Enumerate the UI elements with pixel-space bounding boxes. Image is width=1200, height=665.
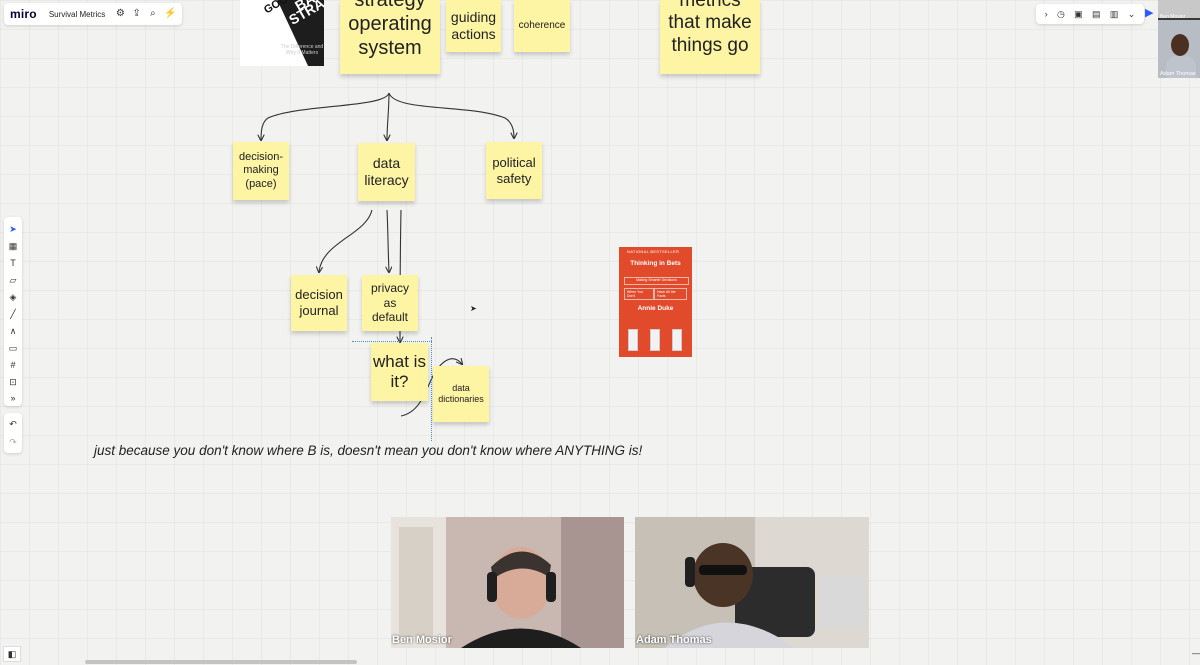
sticky-coherence[interactable]: coherence (514, 0, 570, 52)
board-text-quote[interactable]: just because you don't know where B is, … (94, 443, 642, 458)
book-badge: NATIONAL BESTSELLER (627, 249, 680, 254)
sticky-data-literacy[interactable]: data literacy (358, 143, 415, 201)
book-title-strategy: STRATEGY (286, 0, 324, 28)
upload-icon[interactable]: ⊡ (4, 376, 22, 388)
collaboration-toolbar: › ◷ ▣ ▤ ▥ ⌄ (1036, 4, 1144, 24)
frame-icon[interactable]: ▣ (1074, 9, 1083, 20)
sticky-data-dictionaries[interactable]: data dictionaries (433, 366, 489, 422)
comment-icon[interactable]: ▤ (1092, 9, 1101, 20)
select-icon[interactable]: ➤ (4, 223, 22, 235)
undo-redo-toolbar: ↶ ↷ (4, 413, 22, 453)
upload-icon[interactable]: ⇪ (132, 8, 142, 20)
chevron-down-icon[interactable]: ⌄ (1128, 9, 1136, 20)
zoom-minus-icon[interactable]: — (1192, 648, 1200, 658)
alignment-guide-vertical (431, 337, 432, 441)
book-tagline-left: When You Don't (624, 288, 654, 300)
timer-icon[interactable]: ◷ (1057, 9, 1065, 20)
sticky-what-is-it[interactable]: what is it? (371, 343, 428, 401)
magic-icon[interactable]: ⚡ (164, 8, 176, 20)
participant-head (1171, 34, 1189, 56)
participant-name: Adam Thomas (1160, 71, 1196, 77)
chevron-right-icon[interactable]: › (1045, 9, 1048, 19)
miro-logo[interactable]: miro (10, 7, 37, 21)
horizontal-scrollbar[interactable] (85, 660, 357, 664)
more-icon[interactable]: » (4, 392, 22, 404)
sticky-decision-making[interactable]: decision-making (pace) (233, 142, 289, 200)
frame-icon[interactable]: # (4, 359, 22, 371)
door-illustration (650, 329, 660, 351)
mouse-cursor: ➤ (470, 304, 477, 313)
participant-tile[interactable]: Ben Mosior Adam Thomas (1158, 0, 1200, 78)
book-author: Annie Duke (637, 305, 674, 312)
connector-privacy (387, 209, 389, 272)
undo-icon[interactable]: ↶ (4, 418, 22, 430)
connector-decision-journal (319, 209, 373, 272)
sticky-strategy-os[interactable]: strategy operating system (340, 0, 440, 74)
book-cover-thinking-in-bets[interactable]: NATIONAL BESTSELLER Thinking in Bets Mak… (619, 247, 692, 357)
sticky-privacy-default[interactable]: privacy as default (362, 275, 418, 331)
book-tagline-right: Have All the Facts (653, 288, 687, 300)
video-feed-ben (391, 517, 624, 648)
connector-data-literacy (387, 92, 389, 140)
sticky-decision-journal[interactable]: decision journal (291, 275, 347, 331)
tools-toolbar: ➤ ▦ T ▱ ◈ ╱ ∧ ▭ # ⊡ » (4, 217, 22, 406)
sticky-political-safety[interactable]: political safety (486, 142, 542, 199)
door-illustration (672, 329, 682, 351)
door-illustration (628, 329, 638, 351)
book-title: Thinking in Bets (630, 260, 681, 267)
present-icon[interactable]: ▶ (1145, 6, 1153, 19)
video-participant-name: Ben Mosior (392, 634, 452, 646)
sticky-metrics[interactable]: metrics that make things go (660, 0, 760, 74)
video-feed-adam (635, 517, 869, 648)
shape-icon[interactable]: ◈ (4, 291, 22, 303)
video-tile-ben[interactable]: Ben Mosior (391, 517, 624, 648)
board-title[interactable]: Survival Metrics (49, 10, 105, 19)
book-subtitle: Making Smarter Decisions (624, 277, 689, 285)
comment-icon[interactable]: ▭ (4, 342, 22, 354)
notes-icon[interactable]: ▥ (1110, 9, 1119, 20)
redo-icon[interactable]: ↷ (4, 436, 22, 448)
marker-icon[interactable]: ∧ (4, 325, 22, 337)
pen-icon[interactable]: ╱ (4, 308, 22, 320)
template-icon[interactable]: ▦ (4, 240, 22, 252)
video-tile-adam[interactable]: Adam Thomas (635, 517, 869, 648)
book-tagline: When You Don't Have All the Facts (624, 288, 687, 300)
gear-icon[interactable]: ⚙ (115, 8, 125, 20)
book-subtitle: The Difference and Why It Matters (280, 44, 324, 56)
sticky-guiding-actions[interactable]: guiding actions (446, 0, 501, 52)
text-icon[interactable]: T (4, 257, 22, 269)
sidebar-toggle-icon[interactable]: ◧ (3, 646, 21, 662)
connector-political-safety (388, 92, 514, 138)
book-cover-good-strategy[interactable]: GOOD BAD STRATEGY The Difference and Why… (240, 0, 324, 66)
connector-decision-making (261, 92, 390, 140)
search-icon[interactable]: ⌕ (148, 8, 158, 20)
sticky-note-icon[interactable]: ▱ (4, 274, 22, 286)
video-participant-name: Adam Thomas (636, 634, 712, 646)
alignment-guide-horizontal (352, 341, 432, 342)
board-toolbar: miro Survival Metrics ⚙ ⇪ ⌕ ⚡ (4, 3, 182, 25)
